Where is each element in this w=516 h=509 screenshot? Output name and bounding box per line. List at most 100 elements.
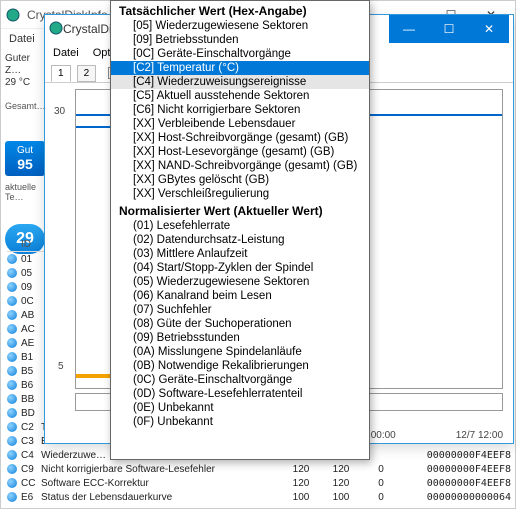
attribute-dropdown[interactable]: Tatsächlicher Wert (Hex-Angabe) [05] Wie… <box>110 0 370 460</box>
graph-window-buttons: — ☐ ✕ <box>389 15 509 43</box>
dropdown-item[interactable]: [XX] Verschleißregulierung <box>111 187 369 201</box>
graph-maximize-button[interactable]: ☐ <box>429 15 469 43</box>
app-icon <box>5 7 21 23</box>
cell-name: Status der Lebensdauerkurve <box>41 492 281 503</box>
dropdown-item[interactable]: (06) Kanalrand beim Lesen <box>111 289 369 303</box>
cell-id: 09 <box>21 282 41 293</box>
dropdown-item[interactable]: [09] Betriebsstunden <box>111 33 369 47</box>
table-row[interactable]: C9Nicht korrigierbare Software-Lesefehle… <box>7 462 511 476</box>
cell-id: 05 <box>21 268 41 279</box>
status-led-icon <box>7 408 17 418</box>
cell-id: B1 <box>21 352 41 363</box>
status-led-icon <box>7 436 17 446</box>
cell-id: C4 <box>21 450 41 461</box>
health-label: Gut <box>7 145 43 156</box>
cell-raw: 00000000F4EEF8 <box>401 478 511 489</box>
dropdown-item[interactable]: [XX] Host-Schreibvorgänge (gesamt) (GB) <box>111 131 369 145</box>
menu-datei[interactable]: Datei <box>9 33 35 45</box>
status-led-icon <box>7 352 17 362</box>
cell-id: C9 <box>21 464 41 475</box>
cell-worst: 120 <box>321 478 361 489</box>
x-tick-0: 00:00 <box>371 430 396 441</box>
dropdown-item[interactable]: (0F) Unbekannt <box>111 415 369 429</box>
cell-name: Nicht korrigierbare Software-Lesefehler <box>41 464 281 475</box>
dropdown-item[interactable]: (07) Suchfehler <box>111 303 369 317</box>
dropdown-section-normalized: Normalisierter Wert (Aktueller Wert) <box>111 201 369 219</box>
cell-threshold: 0 <box>361 464 401 475</box>
cell-id: BD <box>21 408 41 419</box>
health-box[interactable]: Gut 95 <box>5 141 45 176</box>
dropdown-section-raw: Tatsächlicher Wert (Hex-Angabe) <box>111 1 369 19</box>
status-mini: Guter Z… 29 °C <box>5 53 45 89</box>
dropdown-item[interactable]: (0A) Misslungene Spindelanläufe <box>111 345 369 359</box>
cell-id: 01 <box>21 254 41 265</box>
table-row[interactable]: E6Status der Lebensdauerkurve10010000000… <box>7 490 511 504</box>
cell-id: B5 <box>21 366 41 377</box>
y-tick-30: 30 <box>54 106 65 117</box>
dropdown-item[interactable]: [0C] Geräte-Einschaltvorgänge <box>111 47 369 61</box>
cell-threshold: 0 <box>361 478 401 489</box>
gesamt-label: Gesamt… <box>5 101 45 111</box>
health-value: 95 <box>7 156 43 172</box>
status-led-icon <box>7 338 17 348</box>
cell-id: BB <box>21 394 41 405</box>
graph-menu-datei[interactable]: Datei <box>53 47 79 59</box>
cell-worst: 120 <box>321 464 361 475</box>
table-row[interactable]: CCSoftware ECC-Korrektur120120000000000F… <box>7 476 511 490</box>
cell-id: B6 <box>21 380 41 391</box>
akt-temp-label: aktuelle Te… <box>5 182 45 202</box>
graph-close-button[interactable]: ✕ <box>469 15 509 43</box>
cell-raw: 00000000F4EEF8 <box>401 464 511 475</box>
cell-threshold: 0 <box>361 492 401 503</box>
status-led-icon <box>7 380 17 390</box>
dropdown-item[interactable]: (0B) Notwendige Rekalibrierungen <box>111 359 369 373</box>
cell-id: AE <box>21 338 41 349</box>
status-led-icon <box>7 464 17 474</box>
graph-tab-2[interactable]: 2 <box>77 65 97 82</box>
dropdown-item[interactable]: (0E) Unbekannt <box>111 401 369 415</box>
dropdown-item[interactable]: [C4] Wiederzuweisungsereignisse <box>111 75 369 89</box>
status-line2: 29 °C <box>5 77 45 89</box>
graph-tab-1[interactable]: 1 <box>51 65 71 82</box>
dropdown-item[interactable]: (01) Lesefehlerrate <box>111 219 369 233</box>
status-led-icon <box>7 324 17 334</box>
status-led-icon <box>7 422 17 432</box>
status-led-icon <box>7 268 17 278</box>
dropdown-item[interactable]: (0D) Software-Lesefehlerratenteil <box>111 387 369 401</box>
dropdown-item[interactable]: (02) Datendurchsatz-Leistung <box>111 233 369 247</box>
status-led-icon <box>7 254 17 264</box>
status-led-icon <box>7 394 17 404</box>
dropdown-item[interactable]: [XX] GBytes gelöscht (GB) <box>111 173 369 187</box>
cell-current: 120 <box>281 464 321 475</box>
status-led-icon <box>7 366 17 376</box>
cell-id: C2 <box>21 422 41 433</box>
dropdown-item[interactable]: (0C) Geräte-Einschaltvorgänge <box>111 373 369 387</box>
dropdown-item[interactable]: (03) Mittlere Anlaufzeit <box>111 247 369 261</box>
dropdown-item[interactable]: [XX] Verbleibende Lebensdauer <box>111 117 369 131</box>
col-id[interactable]: ID <box>21 239 41 250</box>
dropdown-item[interactable]: (05) Wiederzugewiesene Sektoren <box>111 275 369 289</box>
cell-current: 100 <box>281 492 321 503</box>
cell-id: AC <box>21 324 41 335</box>
cell-id: C3 <box>21 436 41 447</box>
status-line1: Guter Z… <box>5 53 45 77</box>
status-led-icon <box>7 478 17 488</box>
dropdown-item[interactable]: [C5] Aktuell ausstehende Sektoren <box>111 89 369 103</box>
y-tick-5: 5 <box>58 361 64 372</box>
dropdown-item[interactable]: (08) Güte der Suchoperationen <box>111 317 369 331</box>
dropdown-item[interactable]: [05] Wiederzugewiesene Sektoren <box>111 19 369 33</box>
dropdown-item[interactable]: [C6] Nicht korrigierbare Sektoren <box>111 103 369 117</box>
dropdown-item[interactable]: (04) Start/Stopp-Zyklen der Spindel <box>111 261 369 275</box>
status-led-icon <box>7 282 17 292</box>
x-tick-1: 12/7 12:00 <box>456 430 503 441</box>
dropdown-item[interactable]: [C2] Temperatur (°C) <box>111 61 369 75</box>
dropdown-item[interactable]: [XX] Host-Lesevorgänge (gesamt) (GB) <box>111 145 369 159</box>
cell-id: CC <box>21 478 41 489</box>
dropdown-item[interactable]: [XX] NAND-Schreibvorgänge (gesamt) (GB) <box>111 159 369 173</box>
cell-id: AB <box>21 310 41 321</box>
status-led-icon <box>7 450 17 460</box>
cell-worst: 100 <box>321 492 361 503</box>
dropdown-item[interactable]: (09) Betriebsstunden <box>111 331 369 345</box>
graph-minimize-button[interactable]: — <box>389 15 429 43</box>
status-led-icon <box>7 492 17 502</box>
